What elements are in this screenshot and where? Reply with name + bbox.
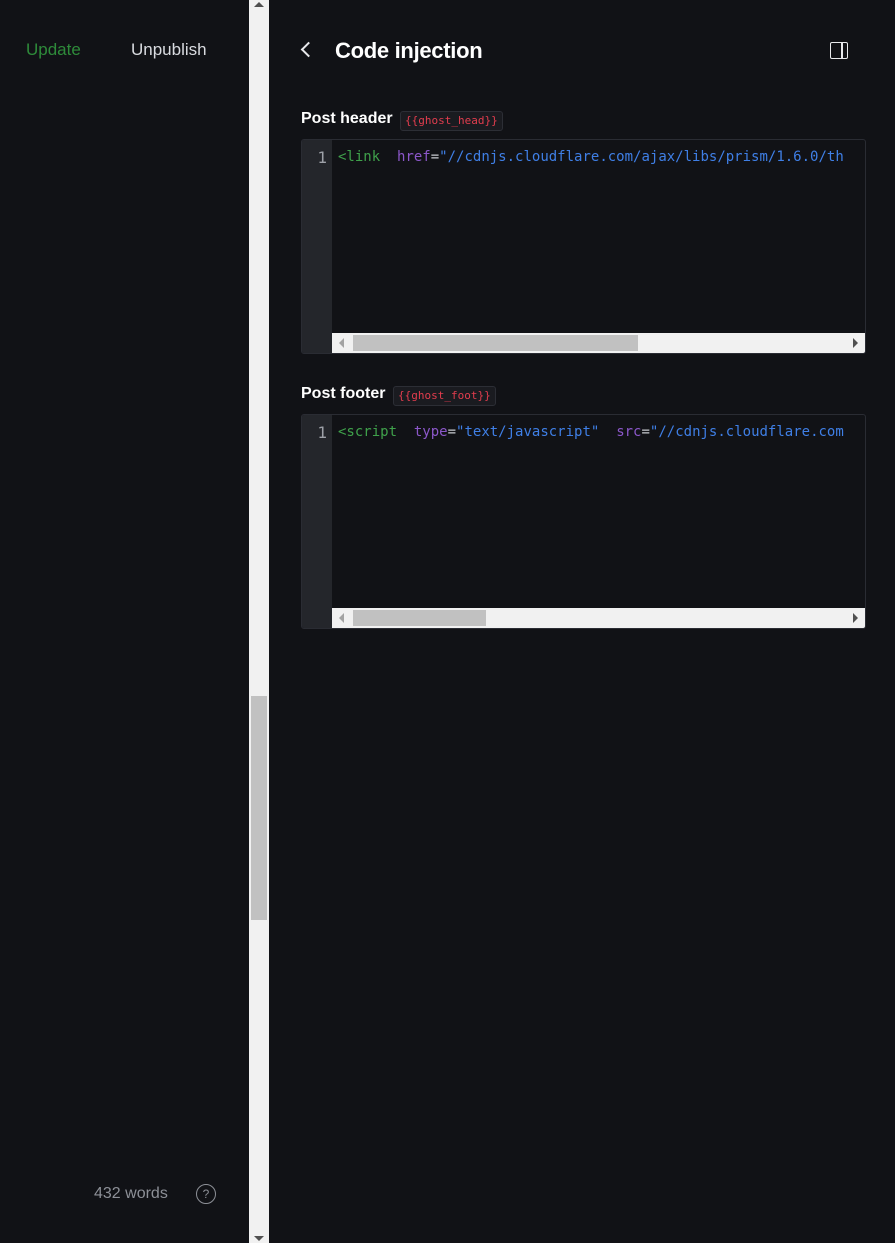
code-token-attr: href [397, 149, 431, 165]
code-token-attr: type [413, 424, 448, 440]
sidebar-toggle-icon[interactable] [830, 42, 848, 59]
scroll-up-arrow-icon[interactable] [254, 2, 264, 7]
post-footer-label: Post footer [301, 385, 386, 402]
post-header-label: Post header [301, 110, 393, 127]
help-icon[interactable]: ? [196, 1184, 216, 1204]
scroll-down-arrow-icon[interactable] [254, 1236, 264, 1241]
vertical-scrollbar[interactable] [249, 0, 269, 1243]
code-token-attr: src [616, 424, 642, 440]
code-token-tag: <link [338, 149, 381, 165]
code-token-tag: <script [338, 424, 398, 440]
horizontal-scrollbar-thumb[interactable] [353, 335, 638, 351]
code-token-punct: = [641, 424, 650, 440]
code-line[interactable]: <script type="text/javascript" src="//cd… [338, 424, 844, 440]
line-number: 1 [317, 148, 327, 167]
code-token-string: "//cdnjs.cloudflare.com [649, 424, 844, 440]
line-number: 1 [317, 423, 327, 442]
scroll-right-arrow-icon[interactable] [853, 613, 858, 623]
scroll-left-arrow-icon[interactable] [339, 613, 344, 623]
code-injection-panel: Code injection Post header {{ghost_head}… [269, 0, 895, 1243]
horizontal-scrollbar-thumb[interactable] [353, 610, 486, 626]
ghost-foot-helper: {{ghost_foot}} [393, 386, 496, 406]
post-footer-code-editor[interactable]: 1 <script type="text/javascript" src="//… [301, 414, 866, 629]
line-gutter: 1 [302, 415, 332, 628]
scroll-left-arrow-icon[interactable] [339, 338, 344, 348]
panel-title: Code injection [335, 38, 483, 63]
code-token-string: "//cdnjs.cloudflare.com/ajax/libs/prism/… [439, 149, 844, 165]
update-button[interactable]: Update [26, 40, 81, 60]
unpublish-button[interactable]: Unpublish [131, 40, 207, 60]
horizontal-scrollbar[interactable] [332, 608, 865, 628]
code-token-punct [599, 424, 616, 440]
code-token-punct: = [447, 424, 457, 440]
ghost-head-helper: {{ghost_head}} [400, 111, 503, 131]
vertical-scrollbar-thumb[interactable] [251, 696, 267, 920]
code-line[interactable]: <link href="//cdnjs.cloudflare.com/ajax/… [338, 149, 844, 165]
editor-pane: Update Unpublish 432 words ? [0, 0, 249, 1243]
code-token-punct [397, 424, 414, 440]
chevron-left-icon[interactable] [300, 41, 317, 58]
line-gutter: 1 [302, 140, 332, 353]
horizontal-scrollbar[interactable] [332, 333, 865, 353]
word-count: 432 words [94, 1185, 168, 1202]
post-header-code-editor[interactable]: 1 <link href="//cdnjs.cloudflare.com/aja… [301, 139, 866, 354]
code-token-punct: = [430, 149, 440, 165]
code-token-string: "text/javascript" [456, 424, 600, 440]
scroll-right-arrow-icon[interactable] [853, 338, 858, 348]
code-token-punct [380, 149, 397, 165]
